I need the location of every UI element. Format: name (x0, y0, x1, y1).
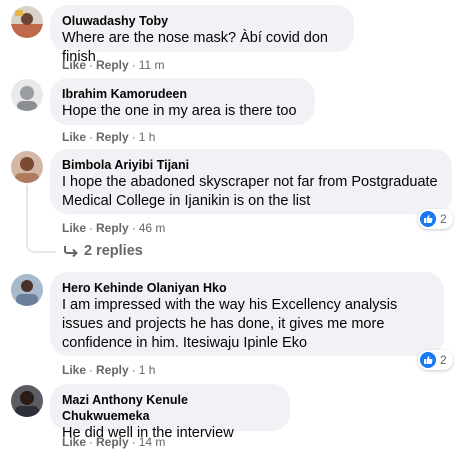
avatar[interactable] (11, 151, 43, 183)
like-button[interactable]: Like (62, 363, 86, 377)
separator: · (131, 435, 136, 449)
comment-bubble: Mazi Anthony Kenule Chukwuemeka He did w… (50, 384, 290, 441)
like-button[interactable]: Like (62, 221, 86, 235)
reply-button[interactable]: Reply (96, 221, 129, 235)
separator: · (89, 435, 94, 449)
avatar[interactable] (11, 385, 43, 417)
comment-author[interactable]: Bimbola Ariyibi Tijani (62, 157, 440, 173)
comment-time[interactable]: 1 h (139, 130, 156, 144)
comment-actions: Like · Reply · 1 h (62, 363, 155, 377)
comment-author[interactable]: Oluwadashy Toby (62, 13, 342, 29)
like-button[interactable]: Like (62, 435, 86, 449)
comment-bubble: Oluwadashy Toby Where are the nose mask?… (50, 5, 354, 65)
thread-line (26, 185, 56, 253)
comment-actions: Like · Reply · 1 h (62, 130, 155, 144)
reply-arrow-icon (64, 246, 78, 257)
reaction-count[interactable]: 2 (418, 350, 453, 370)
comment-bubble: Hero Kehinde Olaniyan Hko I am impressed… (50, 272, 444, 356)
separator: · (131, 363, 136, 377)
reply-button[interactable]: Reply (96, 435, 129, 449)
reaction-number: 2 (440, 353, 447, 367)
like-button[interactable]: Like (62, 58, 86, 72)
separator: · (89, 130, 94, 144)
separator: · (131, 130, 136, 144)
thumbs-up-icon (420, 352, 436, 368)
avatar[interactable] (11, 79, 43, 111)
reply-button[interactable]: Reply (96, 130, 129, 144)
comment-author[interactable]: Ibrahim Kamorudeen (62, 86, 303, 102)
comment-text: Hope the one in my area is there too (62, 103, 297, 119)
comment-time[interactable]: 1 h (139, 363, 156, 377)
comment-actions: Like · Reply · 46 m (62, 221, 165, 235)
comment-time[interactable]: 11 m (139, 58, 165, 72)
comment-time[interactable]: 46 m (139, 221, 166, 235)
comment-author[interactable]: Hero Kehinde Olaniyan Hko (62, 280, 432, 296)
separator: · (89, 363, 94, 377)
comment-text: I hope the abadoned skyscraper not far f… (62, 174, 438, 209)
avatar[interactable] (11, 274, 43, 306)
comment-author[interactable]: Mazi Anthony Kenule Chukwuemeka (62, 392, 278, 424)
reply-button[interactable]: Reply (96, 58, 129, 72)
view-replies-link[interactable]: 2 replies (64, 243, 143, 259)
separator: · (89, 221, 94, 235)
comment-actions: Like · Reply · 14 m (62, 435, 165, 449)
thumbs-up-icon (420, 211, 436, 227)
avatar[interactable] (11, 6, 43, 38)
reaction-count[interactable]: 2 (418, 209, 453, 229)
reaction-number: 2 (440, 212, 447, 226)
comment-text: I am impressed with the way his Excellen… (62, 297, 398, 351)
separator: · (131, 221, 136, 235)
comment-actions: Like · Reply · 11 m (62, 58, 165, 72)
comment-bubble: Ibrahim Kamorudeen Hope the one in my ar… (50, 78, 315, 125)
like-button[interactable]: Like (62, 130, 86, 144)
reply-button[interactable]: Reply (96, 363, 129, 377)
comment-bubble: Bimbola Ariyibi Tijani I hope the abadon… (50, 149, 452, 214)
separator: · (131, 58, 136, 72)
replies-label: 2 replies (84, 243, 143, 259)
separator: · (89, 58, 94, 72)
comment-time[interactable]: 14 m (139, 435, 166, 449)
